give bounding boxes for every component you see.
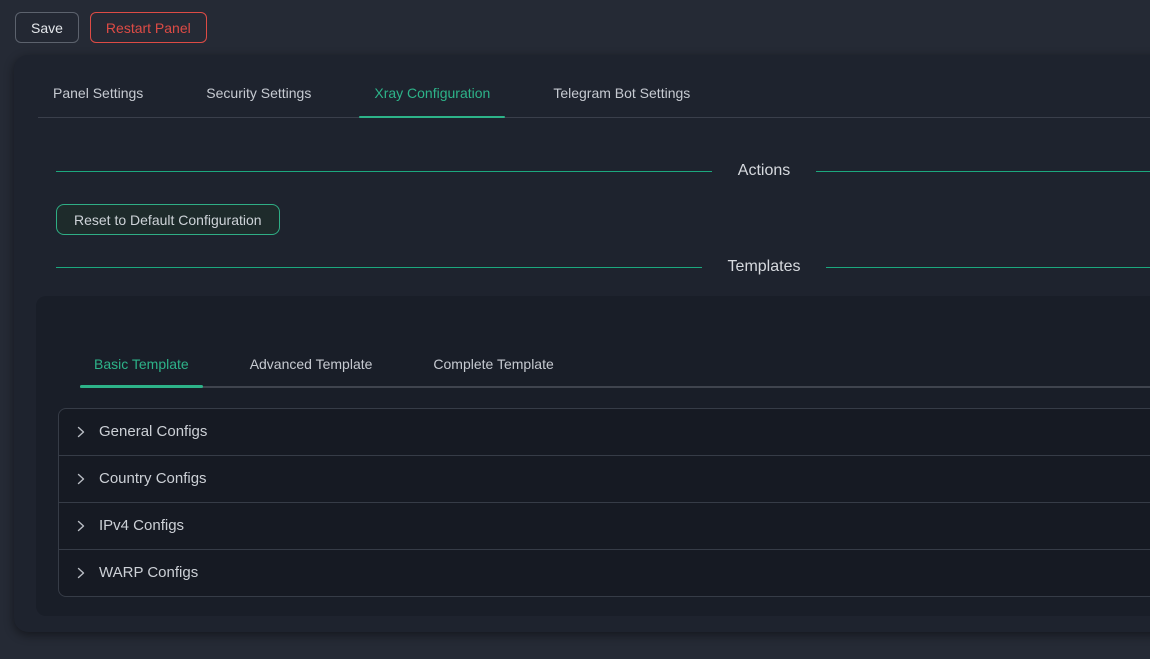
actions-divider: Actions <box>56 155 1150 187</box>
tab-panel-settings[interactable]: Panel Settings <box>38 75 158 117</box>
tab-security-settings[interactable]: Security Settings <box>191 75 326 117</box>
top-action-bar: Save Restart Panel <box>0 0 1150 55</box>
settings-tab-bar: Panel Settings Security Settings Xray Co… <box>38 55 1150 118</box>
collapse-panel-label: WARP Configs <box>99 562 198 584</box>
collapse-panel-label: Country Configs <box>99 468 207 490</box>
divider-line-left <box>56 171 712 172</box>
chevron-right-icon <box>75 520 87 532</box>
template-tab-bar: Basic Template Advanced Template Complet… <box>80 348 1150 388</box>
chevron-right-icon <box>75 426 87 438</box>
collapse-panel-general-configs[interactable]: General Configs <box>59 409 1150 456</box>
collapse-panel-ipv4-configs[interactable]: IPv4 Configs <box>59 503 1150 550</box>
save-button[interactable]: Save <box>15 12 79 43</box>
config-collapse-list: General Configs Country Configs IPv4 Con… <box>58 408 1150 597</box>
collapse-panel-label: General Configs <box>99 421 207 443</box>
actions-divider-label: Actions <box>738 162 790 180</box>
chevron-right-icon <box>75 567 87 579</box>
tab-complete-template[interactable]: Complete Template <box>419 348 567 386</box>
chevron-right-icon <box>75 473 87 485</box>
tab-telegram-bot-settings[interactable]: Telegram Bot Settings <box>538 75 705 117</box>
templates-divider-label: Templates <box>728 258 801 276</box>
tab-xray-configuration[interactable]: Xray Configuration <box>359 75 505 117</box>
divider-line-right <box>826 267 1150 268</box>
tab-basic-template[interactable]: Basic Template <box>80 348 203 386</box>
collapse-panel-label: IPv4 Configs <box>99 515 184 537</box>
collapse-panel-country-configs[interactable]: Country Configs <box>59 456 1150 503</box>
divider-line-right <box>816 171 1150 172</box>
tab-advanced-template[interactable]: Advanced Template <box>236 348 387 386</box>
reset-default-configuration-button[interactable]: Reset to Default Configuration <box>56 204 280 235</box>
settings-card: Panel Settings Security Settings Xray Co… <box>14 55 1150 632</box>
templates-divider: Templates <box>56 251 1150 283</box>
collapse-panel-warp-configs[interactable]: WARP Configs <box>59 550 1150 596</box>
templates-card: Basic Template Advanced Template Complet… <box>36 296 1150 616</box>
divider-line-left <box>56 267 702 268</box>
restart-panel-button[interactable]: Restart Panel <box>90 12 207 43</box>
